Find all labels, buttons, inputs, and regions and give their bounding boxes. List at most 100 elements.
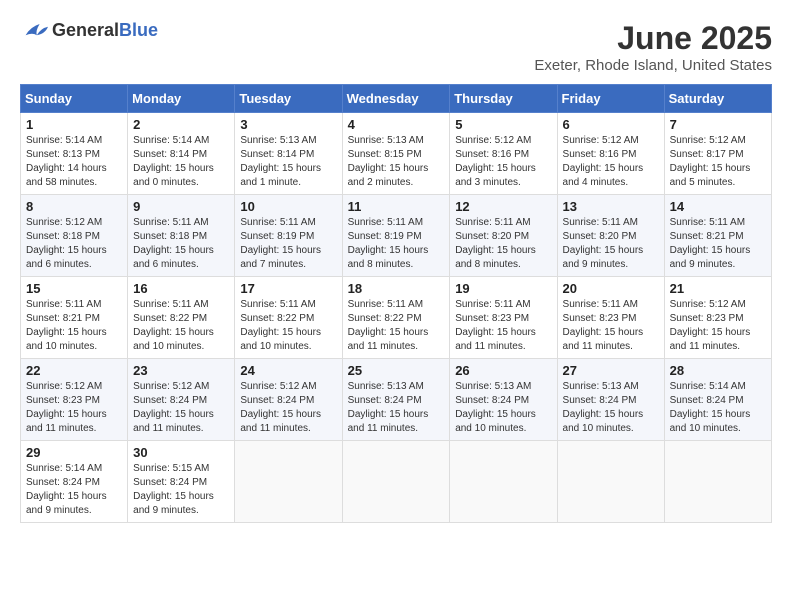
day-info: Sunrise: 5:12 AMSunset: 8:23 PMDaylight:… [26,380,122,436]
day-info: Sunrise: 5:11 AMSunset: 8:19 PMDaylight:… [348,216,445,272]
table-row: 22 Sunrise: 5:12 AMSunset: 8:23 PMDaylig… [21,359,128,441]
day-info: Sunrise: 5:14 AMSunset: 8:14 PMDaylight:… [133,134,229,190]
table-row: 5 Sunrise: 5:12 AMSunset: 8:16 PMDayligh… [450,113,557,195]
day-number: 30 [133,445,229,460]
title-area: June 2025 Exeter, Rhode Island, United S… [534,20,772,74]
col-wednesday: Wednesday [342,85,450,113]
day-info: Sunrise: 5:15 AMSunset: 8:24 PMDaylight:… [133,462,229,518]
day-info: Sunrise: 5:12 AMSunset: 8:24 PMDaylight:… [240,380,336,436]
day-info: Sunrise: 5:11 AMSunset: 8:19 PMDaylight:… [240,216,336,272]
table-row: 10 Sunrise: 5:11 AMSunset: 8:19 PMDaylig… [235,195,342,277]
month-title: June 2025 [534,20,772,57]
table-row: 6 Sunrise: 5:12 AMSunset: 8:16 PMDayligh… [557,113,664,195]
day-info: Sunrise: 5:11 AMSunset: 8:23 PMDaylight:… [455,298,551,354]
table-row [450,441,557,523]
day-info: Sunrise: 5:11 AMSunset: 8:23 PMDaylight:… [563,298,659,354]
day-number: 12 [455,199,551,214]
logo: GeneralBlue [20,20,158,41]
day-info: Sunrise: 5:14 AMSunset: 8:24 PMDaylight:… [26,462,122,518]
table-row: 21 Sunrise: 5:12 AMSunset: 8:23 PMDaylig… [664,277,771,359]
calendar-header-row: Sunday Monday Tuesday Wednesday Thursday… [21,85,772,113]
day-number: 24 [240,363,336,378]
day-number: 25 [348,363,445,378]
day-number: 14 [670,199,766,214]
col-sunday: Sunday [21,85,128,113]
day-number: 26 [455,363,551,378]
day-number: 7 [670,117,766,132]
day-info: Sunrise: 5:12 AMSunset: 8:16 PMDaylight:… [563,134,659,190]
table-row: 8 Sunrise: 5:12 AMSunset: 8:18 PMDayligh… [21,195,128,277]
table-row: 19 Sunrise: 5:11 AMSunset: 8:23 PMDaylig… [450,277,557,359]
day-info: Sunrise: 5:13 AMSunset: 8:24 PMDaylight:… [563,380,659,436]
day-number: 16 [133,281,229,296]
table-row [342,441,450,523]
table-row: 3 Sunrise: 5:13 AMSunset: 8:14 PMDayligh… [235,113,342,195]
table-row: 20 Sunrise: 5:11 AMSunset: 8:23 PMDaylig… [557,277,664,359]
table-row: 1 Sunrise: 5:14 AMSunset: 8:13 PMDayligh… [21,113,128,195]
calendar-week-row: 15 Sunrise: 5:11 AMSunset: 8:21 PMDaylig… [21,277,772,359]
table-row: 2 Sunrise: 5:14 AMSunset: 8:14 PMDayligh… [128,113,235,195]
day-number: 27 [563,363,659,378]
day-number: 11 [348,199,445,214]
day-info: Sunrise: 5:11 AMSunset: 8:22 PMDaylight:… [133,298,229,354]
day-number: 5 [455,117,551,132]
day-info: Sunrise: 5:13 AMSunset: 8:14 PMDaylight:… [240,134,336,190]
day-number: 9 [133,199,229,214]
calendar-table: Sunday Monday Tuesday Wednesday Thursday… [20,84,772,523]
day-info: Sunrise: 5:13 AMSunset: 8:24 PMDaylight:… [455,380,551,436]
day-number: 3 [240,117,336,132]
logo-bird-icon [20,21,48,41]
table-row: 15 Sunrise: 5:11 AMSunset: 8:21 PMDaylig… [21,277,128,359]
day-info: Sunrise: 5:12 AMSunset: 8:18 PMDaylight:… [26,216,122,272]
table-row: 4 Sunrise: 5:13 AMSunset: 8:15 PMDayligh… [342,113,450,195]
col-thursday: Thursday [450,85,557,113]
day-number: 23 [133,363,229,378]
day-number: 2 [133,117,229,132]
table-row: 13 Sunrise: 5:11 AMSunset: 8:20 PMDaylig… [557,195,664,277]
day-number: 17 [240,281,336,296]
calendar-week-row: 22 Sunrise: 5:12 AMSunset: 8:23 PMDaylig… [21,359,772,441]
day-info: Sunrise: 5:13 AMSunset: 8:15 PMDaylight:… [348,134,445,190]
day-info: Sunrise: 5:11 AMSunset: 8:20 PMDaylight:… [455,216,551,272]
day-info: Sunrise: 5:14 AMSunset: 8:24 PMDaylight:… [670,380,766,436]
table-row: 14 Sunrise: 5:11 AMSunset: 8:21 PMDaylig… [664,195,771,277]
table-row: 9 Sunrise: 5:11 AMSunset: 8:18 PMDayligh… [128,195,235,277]
table-row: 26 Sunrise: 5:13 AMSunset: 8:24 PMDaylig… [450,359,557,441]
col-saturday: Saturday [664,85,771,113]
col-tuesday: Tuesday [235,85,342,113]
logo-general: General [52,20,119,40]
day-info: Sunrise: 5:12 AMSunset: 8:24 PMDaylight:… [133,380,229,436]
day-info: Sunrise: 5:11 AMSunset: 8:18 PMDaylight:… [133,216,229,272]
day-number: 21 [670,281,766,296]
table-row: 12 Sunrise: 5:11 AMSunset: 8:20 PMDaylig… [450,195,557,277]
day-info: Sunrise: 5:11 AMSunset: 8:22 PMDaylight:… [240,298,336,354]
col-monday: Monday [128,85,235,113]
day-number: 22 [26,363,122,378]
logo-blue: Blue [119,20,158,40]
table-row [664,441,771,523]
table-row: 27 Sunrise: 5:13 AMSunset: 8:24 PMDaylig… [557,359,664,441]
day-info: Sunrise: 5:12 AMSunset: 8:17 PMDaylight:… [670,134,766,190]
day-number: 8 [26,199,122,214]
day-info: Sunrise: 5:11 AMSunset: 8:20 PMDaylight:… [563,216,659,272]
day-number: 15 [26,281,122,296]
table-row: 30 Sunrise: 5:15 AMSunset: 8:24 PMDaylig… [128,441,235,523]
day-info: Sunrise: 5:12 AMSunset: 8:16 PMDaylight:… [455,134,551,190]
day-number: 28 [670,363,766,378]
day-info: Sunrise: 5:13 AMSunset: 8:24 PMDaylight:… [348,380,445,436]
day-number: 29 [26,445,122,460]
logo-text: GeneralBlue [52,20,158,41]
day-number: 6 [563,117,659,132]
table-row: 25 Sunrise: 5:13 AMSunset: 8:24 PMDaylig… [342,359,450,441]
day-number: 13 [563,199,659,214]
day-number: 20 [563,281,659,296]
calendar-week-row: 29 Sunrise: 5:14 AMSunset: 8:24 PMDaylig… [21,441,772,523]
page-header: GeneralBlue June 2025 Exeter, Rhode Isla… [20,20,772,74]
day-number: 19 [455,281,551,296]
table-row: 16 Sunrise: 5:11 AMSunset: 8:22 PMDaylig… [128,277,235,359]
table-row [557,441,664,523]
table-row: 17 Sunrise: 5:11 AMSunset: 8:22 PMDaylig… [235,277,342,359]
calendar-week-row: 1 Sunrise: 5:14 AMSunset: 8:13 PMDayligh… [21,113,772,195]
day-info: Sunrise: 5:12 AMSunset: 8:23 PMDaylight:… [670,298,766,354]
table-row: 24 Sunrise: 5:12 AMSunset: 8:24 PMDaylig… [235,359,342,441]
